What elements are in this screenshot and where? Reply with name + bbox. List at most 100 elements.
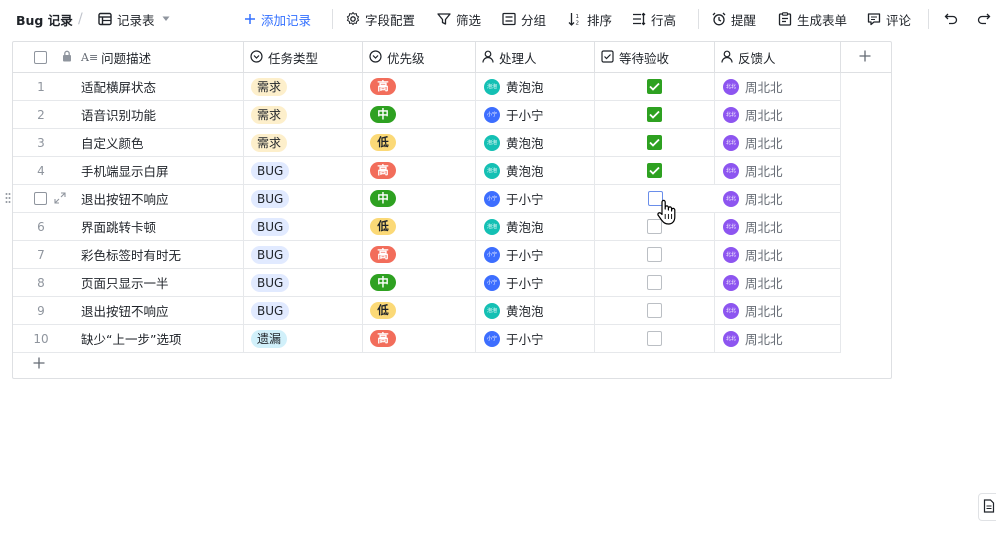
view-switcher[interactable]: 记录表 [98,0,170,38]
awaiting-check-cell[interactable] [595,129,715,156]
add-column-button[interactable] [851,42,879,73]
description-cell[interactable]: 手机端显示白屏 [73,157,244,184]
reporter-cell[interactable]: 北北 周北北 [715,241,841,268]
priority-cell[interactable]: 中 [363,269,476,296]
field-config-button[interactable]: 字段配置 [346,0,415,38]
task-type-cell[interactable]: BUG [244,157,363,184]
reporter-cell[interactable]: 北北 周北北 [715,269,841,296]
reporter-cell[interactable]: 北北 周北北 [715,325,841,352]
column-header-awaiting-check[interactable]: 等待验收 [595,42,715,73]
assignee-cell[interactable]: 小宁 于小宁 [476,185,595,212]
task-type-cell[interactable]: 需求 [244,129,363,156]
awaiting-check-cell[interactable] [595,269,715,296]
undo-button[interactable] [944,0,958,38]
add-row-button[interactable] [33,354,45,373]
table-row[interactable]: 1 适配横屏状态 需求 高 泡泡 黄泡泡 北北 周北北 [13,73,841,101]
awaiting-check-cell[interactable] [595,157,715,184]
description-cell[interactable]: 缺少“上一步”选项 [73,325,244,352]
task-type-cell[interactable]: 需求 [244,73,363,100]
redo-button[interactable] [977,0,991,38]
priority-cell[interactable]: 高 [363,157,476,184]
group-button[interactable]: 分组 [502,0,546,38]
awaiting-check-checkbox[interactable] [647,135,662,150]
description-cell[interactable]: 自定义颜色 [73,129,244,156]
awaiting-check-checkbox[interactable] [647,303,662,318]
table-row[interactable]: 6 界面跳转卡顿 BUG 低 泡泡 黄泡泡 北北 周北北 [13,213,841,241]
table-row[interactable]: 2 语音识别功能 需求 中 小宁 于小宁 北北 周北北 [13,101,841,129]
assignee-cell[interactable]: 泡泡 黄泡泡 [476,73,595,100]
row-height-button[interactable]: 行高 [632,0,676,38]
task-type-cell[interactable]: BUG [244,269,363,296]
column-header-reporter[interactable]: 反馈人 [715,42,841,73]
description-cell[interactable]: 页面只显示一半 [73,269,244,296]
assignee-cell[interactable]: 小宁 于小宁 [476,269,595,296]
filter-button[interactable]: 筛选 [437,0,481,38]
select-all-checkbox[interactable] [34,51,47,64]
awaiting-check-checkbox[interactable] [647,163,662,178]
table-row[interactable]: 退出按钮不响应 BUG 中 小宁 于小宁 北北 周北北 [5,185,841,213]
remind-button[interactable]: 提醒 [712,0,756,38]
reporter-cell[interactable]: 北北 周北北 [715,129,841,156]
description-cell[interactable]: 彩色标签时有时无 [73,241,244,268]
table-row[interactable]: 8 页面只显示一半 BUG 中 小宁 于小宁 北北 周北北 [13,269,841,297]
assignee-cell[interactable]: 小宁 于小宁 [476,325,595,352]
table-row[interactable]: 10 缺少“上一步”选项 遗漏 高 小宁 于小宁 北北 周北北 [13,325,841,353]
task-type-cell[interactable]: BUG [244,185,363,212]
priority-cell[interactable]: 高 [363,241,476,268]
column-header-task-type[interactable]: 任务类型 [244,42,363,73]
expand-record-icon[interactable] [54,192,66,207]
assignee-cell[interactable]: 泡泡 黄泡泡 [476,157,595,184]
description-cell[interactable]: 退出按钮不响应 [73,185,244,212]
assignee-cell[interactable]: 小宁 于小宁 [476,101,595,128]
comment-button[interactable]: 评论 [867,0,911,38]
priority-cell[interactable]: 高 [363,73,476,100]
awaiting-check-cell[interactable] [595,101,715,128]
awaiting-check-cell[interactable] [595,73,715,100]
task-type-cell[interactable]: 遗漏 [244,325,363,352]
table-row[interactable]: 9 退出按钮不响应 BUG 低 泡泡 黄泡泡 北北 周北北 [13,297,841,325]
reporter-cell[interactable]: 北北 周北北 [715,157,841,184]
awaiting-check-cell[interactable] [595,213,715,240]
assignee-cell[interactable]: 泡泡 黄泡泡 [476,297,595,324]
assignee-cell[interactable]: 泡泡 黄泡泡 [476,213,595,240]
awaiting-check-cell[interactable] [595,325,715,352]
table-row[interactable]: 3 自定义颜色 需求 低 泡泡 黄泡泡 北北 周北北 [13,129,841,157]
app-title[interactable]: Bug 记录 [16,0,73,38]
priority-cell[interactable]: 中 [363,101,476,128]
awaiting-check-checkbox[interactable] [647,107,662,122]
priority-cell[interactable]: 低 [363,213,476,240]
sort-button[interactable]: 12 排序 [568,0,612,38]
priority-cell[interactable]: 中 [363,185,476,212]
task-type-cell[interactable]: 需求 [244,101,363,128]
description-cell[interactable]: 语音识别功能 [73,101,244,128]
reporter-cell[interactable]: 北北 周北北 [715,101,841,128]
table-row[interactable]: 4 手机端显示白屏 BUG 高 泡泡 黄泡泡 北北 周北北 [13,157,841,185]
reporter-cell[interactable]: 北北 周北北 [715,297,841,324]
description-cell[interactable]: 界面跳转卡顿 [73,213,244,240]
column-header-priority[interactable]: 优先级 [363,42,476,73]
reporter-cell[interactable]: 北北 周北北 [715,185,841,212]
priority-cell[interactable]: 高 [363,325,476,352]
reporter-cell[interactable]: 北北 周北北 [715,73,841,100]
add-record-button[interactable]: 添加记录 [244,0,311,38]
assignee-cell[interactable]: 小宁 于小宁 [476,241,595,268]
document-side-button[interactable] [978,493,996,521]
task-type-cell[interactable]: BUG [244,297,363,324]
generate-form-button[interactable]: 生成表单 [778,0,847,38]
reporter-cell[interactable]: 北北 周北北 [715,213,841,240]
awaiting-check-checkbox[interactable] [647,275,662,290]
assignee-cell[interactable]: 泡泡 黄泡泡 [476,129,595,156]
row-select-checkbox[interactable] [34,192,47,205]
table-row[interactable]: 7 彩色标签时有时无 BUG 高 小宁 于小宁 北北 周北北 [13,241,841,269]
column-header-assignee[interactable]: 处理人 [476,42,595,73]
awaiting-check-cell[interactable] [595,185,715,212]
awaiting-check-cell[interactable] [595,297,715,324]
awaiting-check-checkbox[interactable] [647,247,662,262]
column-header-description[interactable]: A≡ 问题描述 [77,42,244,73]
priority-cell[interactable]: 低 [363,129,476,156]
priority-cell[interactable]: 低 [363,297,476,324]
awaiting-check-checkbox[interactable] [647,79,662,94]
awaiting-check-checkbox[interactable] [647,331,662,346]
awaiting-check-cell[interactable] [595,241,715,268]
task-type-cell[interactable]: BUG [244,213,363,240]
